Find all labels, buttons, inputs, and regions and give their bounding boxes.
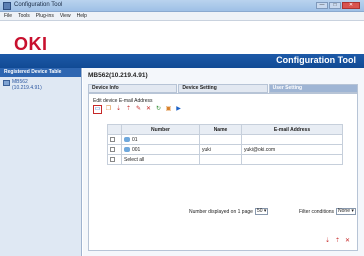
title-bar: Configuration Tool — □ ✕ [0, 0, 364, 12]
row-checkbox[interactable] [110, 146, 115, 152]
printer-icon [3, 80, 10, 86]
send-icon[interactable]: ▶ [175, 106, 182, 113]
oki-logo: OKI [14, 34, 48, 54]
new-icon[interactable]: ▭ [93, 105, 102, 114]
filter-select[interactable]: None ▾ [336, 208, 356, 215]
export-icon[interactable]: ⇡ [334, 238, 341, 245]
select-all-checkbox[interactable] [110, 156, 115, 162]
user-icon [124, 146, 130, 152]
app-icon [3, 2, 11, 10]
window-title: Configuration Tool [14, 2, 63, 8]
page-size-select[interactable]: 50 ▾ [254, 208, 269, 215]
sidebar-item-device[interactable]: MB562 (10.219.4.91) [0, 77, 81, 93]
group-icon [124, 136, 130, 142]
sidebar: Registered Device Table MB562 (10.219.4.… [0, 68, 82, 256]
save-icon[interactable]: ▣ [165, 106, 172, 113]
tab-device-info[interactable]: Device Info [88, 84, 178, 93]
brand-bar: Configuration Tool [0, 54, 364, 68]
bottom-toolbar: ⇣ ⇡ ✕ [324, 238, 351, 245]
menu-bar: File Tools Plug-ins View Help [0, 12, 364, 21]
refresh-icon[interactable]: ↻ [155, 106, 162, 113]
delete-icon[interactable]: ✕ [145, 106, 152, 113]
tab-device-setting[interactable]: Device Setting [178, 84, 268, 93]
close-button[interactable]: ✕ [342, 2, 360, 9]
device-title: MB562(10.219.4.91) [88, 72, 148, 79]
table-row[interactable]: Select all [107, 154, 343, 165]
address-table: Number Name E-mail Address 01 001 yuki y… [107, 124, 343, 165]
toolbar-caption: Edit device E-mail Address [93, 98, 153, 104]
filter-control: Filter conditions None ▾ [299, 208, 356, 215]
row-name: yuki [199, 144, 242, 155]
copy-icon[interactable]: ❐ [105, 106, 112, 113]
menu-plugins[interactable]: Plug-ins [36, 12, 54, 20]
menu-view[interactable]: View [60, 12, 71, 20]
minimize-button[interactable]: — [316, 2, 328, 9]
sidebar-heading: Registered Device Table [0, 68, 81, 77]
maximize-button[interactable]: □ [329, 2, 341, 9]
row-email [241, 134, 343, 145]
row-name [199, 134, 242, 145]
email-column-header[interactable]: E-mail Address [241, 124, 343, 135]
tab-bar: Device Info Device Setting User Setting [88, 84, 358, 93]
content-panel: Edit device E-mail Address ▭ ❐ ⇣ ⇡ ✎ ✕ ↻… [88, 93, 358, 251]
tab-user-setting[interactable]: User Setting [268, 84, 358, 93]
menu-file[interactable]: File [4, 12, 12, 20]
number-column-header[interactable]: Number [121, 124, 200, 135]
toolbar: ▭ ❐ ⇣ ⇡ ✎ ✕ ↻ ▣ ▶ [93, 105, 182, 114]
app-name: Configuration Tool [276, 55, 356, 65]
page-size-label: Number displayed on 1 page [189, 208, 253, 215]
select-column-header [107, 124, 122, 135]
row-name [199, 154, 242, 165]
edit-icon[interactable]: ✎ [135, 106, 142, 113]
select-all-label: Select all [121, 154, 200, 165]
filter-label: Filter conditions [299, 208, 335, 215]
table-row[interactable]: 001 yuki yuki@oki.com [107, 144, 343, 155]
device-ip: (10.219.4.91) [12, 85, 42, 91]
row-email [241, 154, 343, 165]
page-size-control: Number displayed on 1 page 50 ▾ [189, 208, 269, 215]
name-column-header[interactable]: Name [199, 124, 242, 135]
row-number: 01 [132, 136, 138, 143]
main-content: MB562(10.219.4.91) Device Info Device Se… [83, 68, 364, 256]
delete-icon[interactable]: ✕ [344, 238, 351, 245]
row-number: 001 [132, 146, 141, 153]
table-row[interactable]: 01 [107, 134, 343, 145]
import-icon[interactable]: ⇣ [115, 106, 122, 113]
row-email: yuki@oki.com [241, 144, 343, 155]
export-icon[interactable]: ⇡ [125, 106, 132, 113]
import-icon[interactable]: ⇣ [324, 238, 331, 245]
menu-help[interactable]: Help [77, 12, 87, 20]
row-checkbox[interactable] [110, 136, 115, 142]
app-header: OKI Configuration Tool [0, 22, 364, 68]
menu-tools[interactable]: Tools [18, 12, 30, 20]
